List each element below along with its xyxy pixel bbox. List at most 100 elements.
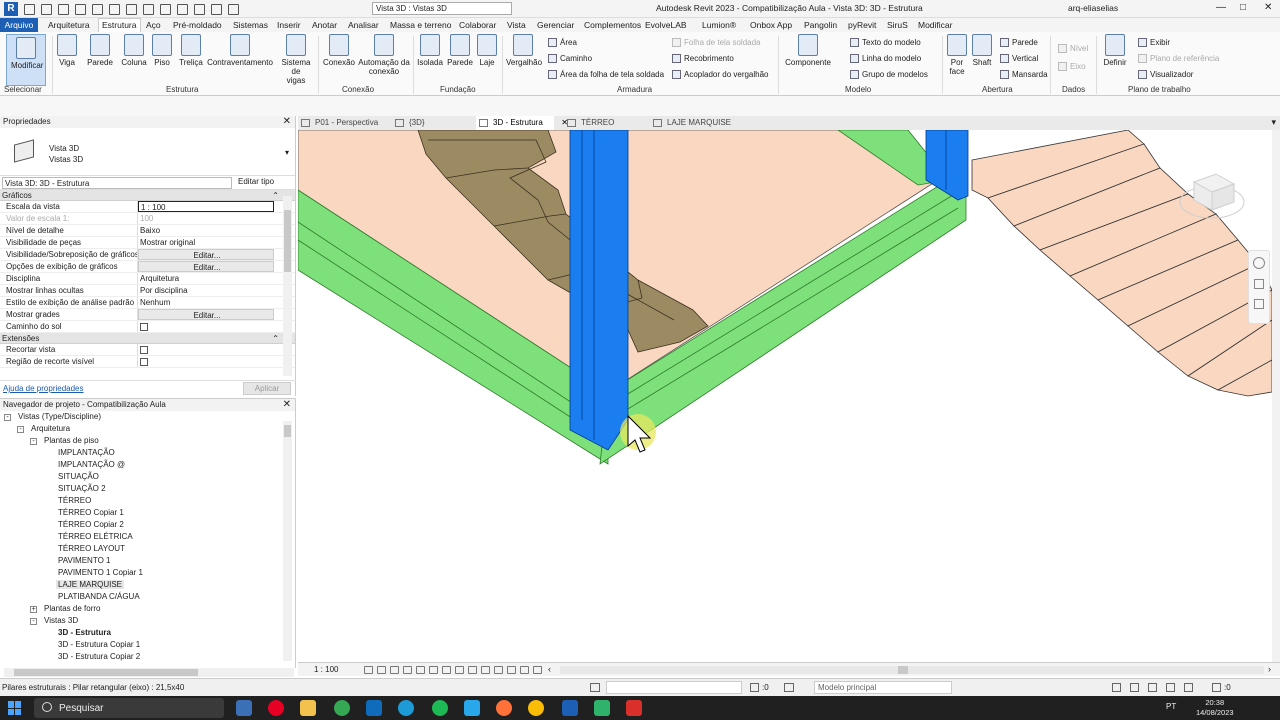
tab-aco[interactable]: Aço: [146, 20, 161, 30]
visual-style-icon[interactable]: [377, 666, 386, 674]
text-icon[interactable]: [143, 3, 154, 15]
tree-item[interactable]: TÉRREO LAYOUT: [58, 544, 125, 553]
tab-gerenciar[interactable]: Gerenciar: [537, 20, 574, 30]
tab-pre-moldado[interactable]: Pré-moldado: [173, 20, 222, 30]
shadows-icon[interactable]: [403, 666, 412, 674]
hidden-lines-select[interactable]: Por disciplina: [138, 285, 274, 296]
tab-view[interactable]: P01 - Perspectiva: [298, 116, 380, 130]
collapse-icon[interactable]: ⌃: [272, 190, 279, 201]
drawing-viewport[interactable]: [298, 130, 1272, 662]
rebar-coupler-button[interactable]: Acoplador do vergalhão: [672, 70, 769, 79]
mail-icon[interactable]: [366, 700, 382, 716]
panel-conexao[interactable]: Conexão: [342, 85, 374, 94]
section-graphics[interactable]: Gráficos ⌃: [0, 190, 295, 201]
scroll-thumb[interactable]: [898, 666, 908, 674]
tab-evolvelab[interactable]: EvolveLAB: [645, 20, 687, 30]
tab-colaborar[interactable]: Colaborar: [459, 20, 496, 30]
scroll-left-icon[interactable]: ‹: [548, 664, 551, 674]
properties-help-link[interactable]: Ajuda de propriedades: [3, 384, 84, 393]
analysis-style-select[interactable]: Nenhum: [138, 297, 274, 308]
fabric-area-button[interactable]: Área da folha de tela soldada: [548, 70, 664, 79]
task-view-icon[interactable]: [236, 700, 252, 716]
tree-item[interactable]: PAVIMENTO 1 Copiar 1: [58, 568, 143, 577]
minimize-button[interactable]: —: [1216, 2, 1226, 13]
discipline-select[interactable]: Arquitetura: [138, 273, 274, 284]
tab-view[interactable]: LAJE MARQUISE: [650, 116, 732, 130]
show-constraints-icon[interactable]: [533, 666, 542, 674]
instance-dropdown[interactable]: Vista 3D: 3D - Estrutura: [2, 177, 232, 189]
tree-item-selected[interactable]: LAJE MARQUISE: [56, 580, 125, 589]
path-button[interactable]: Caminho: [548, 54, 592, 63]
tree-root-views[interactable]: Vistas (Type/Discipline): [18, 412, 101, 421]
revit-logo[interactable]: R: [4, 2, 18, 16]
save-icon[interactable]: [41, 3, 52, 15]
tree-item[interactable]: SITUAÇÃO 2: [58, 484, 106, 493]
connection-button[interactable]: Conexão: [322, 34, 356, 67]
analytical-model-icon[interactable]: [507, 666, 516, 674]
tree-item[interactable]: TÉRREO Copiar 1: [58, 508, 124, 517]
crop-visible-checkbox[interactable]: [140, 358, 148, 366]
section-extents[interactable]: Extensões ⌃: [0, 333, 295, 344]
show-workplane-button[interactable]: Exibir: [1138, 38, 1170, 47]
tree-item[interactable]: 3D - Estrutura Copiar 2: [58, 652, 140, 661]
slab-foundation-button[interactable]: Laje: [476, 34, 498, 67]
crop-view-checkbox[interactable]: [140, 346, 148, 354]
scroll-thumb[interactable]: [14, 669, 198, 676]
beam-button[interactable]: Viga: [56, 34, 78, 67]
temp-hide-icon[interactable]: [468, 666, 477, 674]
browser-scrollbar[interactable]: [283, 421, 292, 661]
filter-icon[interactable]: [750, 683, 759, 692]
tab-modificar[interactable]: Modificar: [918, 20, 952, 30]
taskbar-search[interactable]: Pesquisar: [34, 698, 224, 718]
fabric-sheet-button[interactable]: Folha de tela soldada: [672, 38, 761, 47]
edit-type-button[interactable]: Editar tipo: [238, 177, 274, 186]
sun-path-checkbox[interactable]: [140, 323, 148, 331]
close-icon[interactable]: ✕: [283, 399, 291, 411]
model-line-button[interactable]: Linha do modelo: [850, 54, 921, 63]
collapse-toggle[interactable]: -: [30, 618, 37, 625]
connection-automation-button[interactable]: Automação da conexão: [357, 34, 411, 76]
tab-estrutura[interactable]: Estrutura: [98, 18, 141, 32]
wall-opening-button[interactable]: Parede: [1000, 38, 1038, 47]
tree-item[interactable]: TÉRREO: [58, 496, 91, 505]
expand-toggle[interactable]: +: [30, 606, 37, 613]
collapse-icon[interactable]: ⌃: [272, 333, 279, 344]
collapse-toggle[interactable]: -: [17, 426, 24, 433]
wall-button[interactable]: Parede: [86, 34, 114, 67]
tab-lumion[interactable]: Lumion®: [702, 20, 736, 30]
maximize-button[interactable]: □: [1240, 2, 1246, 13]
select-links-icon[interactable]: [1112, 683, 1121, 692]
view-scale[interactable]: 1 : 100: [314, 665, 338, 674]
switch-windows-icon[interactable]: [228, 3, 239, 15]
navigation-bar[interactable]: [1248, 250, 1270, 324]
ref-plane-button[interactable]: Plano de referência: [1138, 54, 1219, 63]
filter-selection-icon[interactable]: [1212, 683, 1221, 692]
panel-selecionar[interactable]: Selecionar: [4, 85, 42, 94]
lock-3d-icon[interactable]: [455, 666, 464, 674]
rebar-button[interactable]: Vergalhão: [506, 34, 542, 67]
graphic-display-edit-button[interactable]: Editar...: [138, 261, 274, 272]
app-icon[interactable]: [464, 700, 480, 716]
apply-button[interactable]: Aplicar: [243, 382, 291, 395]
tab-sirus[interactable]: SiruS: [887, 20, 908, 30]
dormer-button[interactable]: Mansarda: [1000, 70, 1048, 79]
viewport-vscrollbar[interactable]: [1272, 130, 1280, 662]
vg-edit-button[interactable]: Editar...: [138, 249, 274, 260]
modify-button[interactable]: Modificar: [6, 34, 46, 86]
set-workplane-button[interactable]: Definir: [1100, 34, 1130, 67]
clock[interactable]: 20:38 14/08/2023: [1196, 698, 1234, 718]
3d-model-view[interactable]: [298, 130, 1272, 662]
scroll-thumb[interactable]: [284, 425, 291, 437]
properties-scrollbar[interactable]: [283, 196, 292, 376]
tree-plantas-piso[interactable]: Plantas de piso: [44, 436, 99, 445]
viewport-hscrollbar[interactable]: [560, 666, 1264, 674]
model-text-button[interactable]: Texto do modelo: [850, 38, 921, 47]
collapse-toggle[interactable]: -: [30, 438, 37, 445]
pinterest-icon[interactable]: [268, 700, 284, 716]
crop-icon[interactable]: [429, 666, 438, 674]
tree-item[interactable]: SITUAÇÃO: [58, 472, 99, 481]
section-icon[interactable]: [177, 3, 188, 15]
tab-massa-terreno[interactable]: Massa e terreno: [390, 20, 451, 30]
detail-level-icon[interactable]: [364, 666, 373, 674]
panel-armadura[interactable]: Armadura: [617, 85, 652, 94]
